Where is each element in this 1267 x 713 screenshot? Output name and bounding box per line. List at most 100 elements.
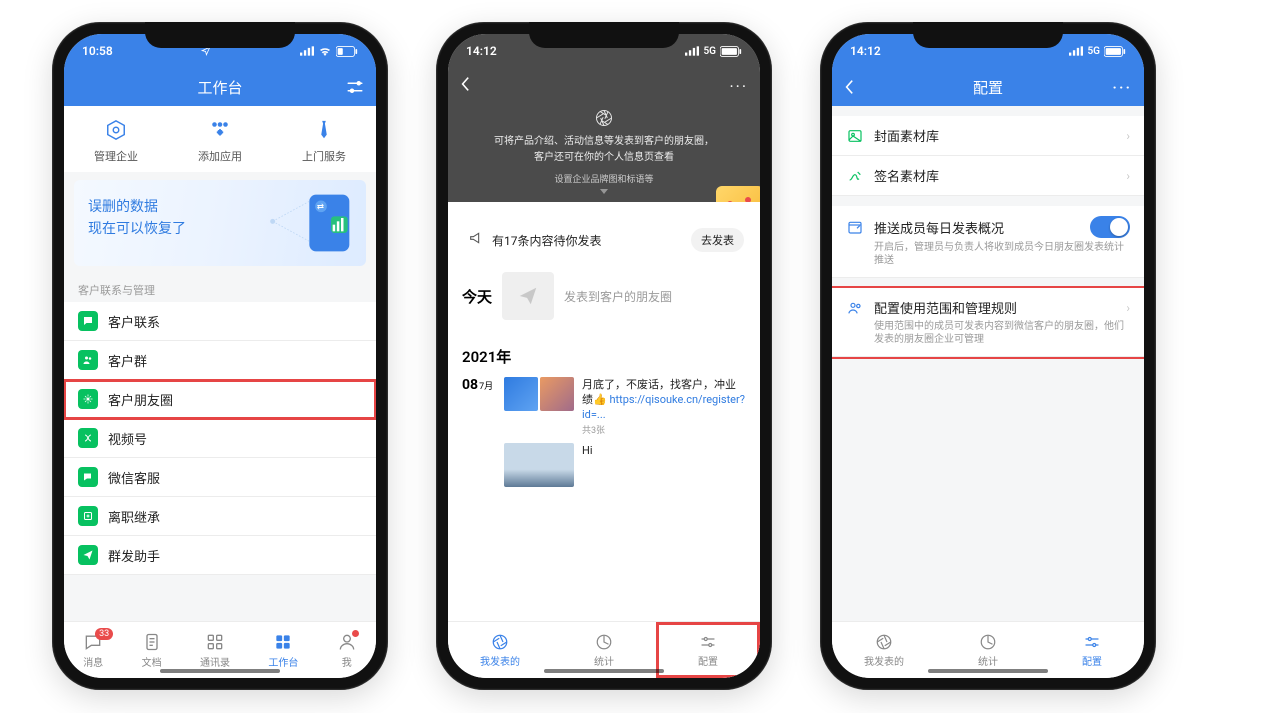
status-time: 14:12 [466, 44, 497, 58]
intro-line-2: 客户还可在你的个人信息页查看 [484, 150, 724, 166]
home-indicator [160, 669, 280, 673]
moments-intro: 可将产品介绍、活动信息等发表到客户的朋友圈， 客户还可在你的个人信息页查看 [448, 130, 760, 168]
cell-label: 封面素材库 [874, 126, 939, 145]
pending-notice: 有17条内容待你发表 去发表 [458, 222, 750, 258]
list-item-label: 群发助手 [108, 546, 160, 565]
screen-2: 14:12 5G ··· [448, 34, 760, 678]
send-icon [78, 545, 98, 565]
badge: 33 [95, 628, 113, 640]
today-row[interactable]: 今天 发表到客户的朋友圈 [448, 258, 760, 320]
list-item-customer-moments[interactable]: 客户朋友圈 [64, 380, 376, 419]
service-icon [78, 467, 98, 487]
quick-add-app[interactable]: 添加应用 [198, 116, 242, 164]
status-time: 14:12 [850, 44, 881, 58]
tab-workbench[interactable]: 工作台 [268, 632, 298, 669]
thumb-icon [540, 377, 574, 411]
tab-my-posts[interactable]: 我发表的 [832, 622, 936, 678]
tab-config[interactable]: 配置 [656, 622, 760, 678]
list-item-label: 微信客服 [108, 468, 160, 487]
quick-manage-company[interactable]: 管理企业 [94, 116, 138, 164]
cell-scope-rules[interactable]: 配置使用范围和管理规则 › 使用范围中的成员可发表内容到微信客户的朋友圈，他们发… [832, 288, 1144, 357]
quick-label: 管理企业 [94, 148, 138, 164]
promo-banner[interactable]: 误删的数据 现在可以恢复了 ⇄ [74, 180, 366, 266]
moments-main: 有17条内容待你发表 去发表 今天 发表到客户的朋友圈 2021年 087月 [448, 202, 760, 621]
push-switch[interactable] [1090, 216, 1130, 238]
signal-icon [685, 46, 699, 56]
list-item-mass-send[interactable]: 群发助手 [64, 536, 376, 575]
moments-intro-sub[interactable]: 设置企业品牌图和标语等 [448, 168, 760, 202]
list-item-label: 视频号 [108, 429, 147, 448]
screen-1: 10:58 工作台 [64, 34, 376, 678]
red-dot [352, 630, 359, 637]
entry-thumbs [504, 377, 574, 439]
cell-sub: 开启后，管理员与负责人将收到成员今日朋友圈发表统计推送 [846, 241, 1130, 267]
network-label: 5G [703, 46, 716, 57]
thumb-icon [504, 443, 574, 487]
quick-label: 添加应用 [198, 148, 242, 164]
home-indicator [544, 669, 664, 673]
tie-icon [310, 116, 338, 144]
promo-decoration-icon: ⇄ [256, 188, 356, 258]
today-label: 今天 [462, 286, 492, 307]
calendar-push-icon [846, 218, 864, 236]
tab-label: 我 [342, 654, 352, 669]
entry-date: 087月 [462, 377, 496, 439]
more-icon[interactable]: ··· [729, 77, 748, 96]
entry-text: 月底了，不废话，找客户，冲业绩👍 https://qisouke.cn/regi… [582, 377, 746, 439]
navbar-title: 配置 [973, 77, 1003, 98]
list-item-label: 客户群 [108, 351, 147, 370]
tab-messages[interactable]: 33 消息 [83, 632, 103, 669]
list-item-customer-group[interactable]: 客户群 [64, 341, 376, 380]
cell-label: 签名素材库 [874, 166, 939, 185]
cell-cover-materials[interactable]: 封面素材库 › [832, 116, 1144, 156]
list-item-wechat-service[interactable]: 微信客服 [64, 458, 376, 497]
quick-onsite-service[interactable]: 上门服务 [302, 116, 346, 164]
tab-contacts[interactable]: 通讯录 [200, 632, 230, 669]
thumb-icon [504, 377, 538, 411]
scope-group: 配置使用范围和管理规则 › 使用范围中的成员可发表内容到微信客户的朋友圈，他们发… [832, 288, 1144, 357]
aperture-icon [594, 108, 614, 128]
more-icon[interactable]: ··· [1112, 78, 1132, 97]
push-group: 推送成员每日发表概况 开启后，管理员与负责人将收到成员今日朋友圈发表统计推送 [832, 206, 1144, 278]
materials-group: 封面素材库 › 签名素材库 › [832, 116, 1144, 196]
back-icon[interactable] [844, 79, 854, 95]
tab-label: 通讯录 [200, 654, 230, 669]
crm-list: 客户联系 客户群 客户朋友圈 [64, 302, 376, 575]
tab-label: 配置 [1082, 653, 1102, 668]
users-icon [846, 299, 864, 317]
tab-config[interactable]: 配置 [1040, 622, 1144, 678]
back-icon[interactable] [460, 76, 470, 97]
tab-me[interactable]: 我 [337, 632, 357, 669]
screen-3: 14:12 5G 配置 ··· [832, 34, 1144, 678]
quick-label: 上门服务 [302, 148, 346, 164]
chevron-right-icon: › [1126, 301, 1130, 315]
list-item-customer-contact[interactable]: 客户联系 [64, 302, 376, 341]
group-icon [78, 350, 98, 370]
list-item-resign-inherit[interactable]: 离职继承 [64, 497, 376, 536]
tab-my-posts[interactable]: 我发表的 [448, 622, 552, 678]
cell-sub: 使用范围中的成员可发表内容到微信客户的朋友圈，他们发表的朋友圈企业可管理 [846, 320, 1130, 346]
tab-label: 我发表的 [864, 653, 904, 668]
moments-entry-1[interactable]: 087月 月底了，不废话，找客户，冲业绩👍 https://qisouke.cn… [448, 367, 760, 439]
chevron-right-icon: › [1126, 129, 1130, 143]
tab-docs[interactable]: 文档 [142, 632, 162, 669]
config-content: 封面素材库 › 签名素材库 › 推送成员 [832, 106, 1144, 621]
tab-label: 消息 [83, 654, 103, 669]
phone-3: 14:12 5G 配置 ··· [820, 22, 1156, 690]
cell-signature-materials[interactable]: 签名素材库 › [832, 156, 1144, 196]
chevron-right-icon: › [1126, 169, 1130, 183]
navbar: 工作台 [64, 68, 376, 106]
image-icon [846, 127, 864, 145]
apps-icon [206, 116, 234, 144]
entry-date-spacer [462, 443, 496, 487]
moments-icon [78, 389, 98, 409]
moments-entry-2[interactable]: Hi [448, 439, 760, 487]
navbar-settings-icon[interactable] [346, 80, 364, 94]
entry-thumbs [504, 443, 574, 487]
year-label: 2021年 [448, 320, 760, 367]
list-item-label: 客户朋友圈 [108, 390, 173, 409]
navbar: 配置 ··· [832, 68, 1144, 106]
moments-navbar: ··· [448, 68, 760, 104]
list-item-channels[interactable]: 视频号 [64, 419, 376, 458]
notice-button[interactable]: 去发表 [691, 228, 744, 252]
